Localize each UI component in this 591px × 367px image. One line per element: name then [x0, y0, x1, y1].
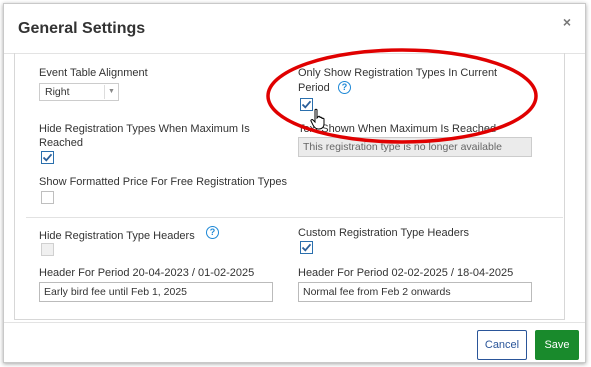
event-table-alignment-value: Right — [45, 86, 70, 98]
header-period-2-label: Header For Period 02-02-2025 / 18-04-202… — [298, 267, 514, 279]
header-period-1-label: Header For Period 20-04-2023 / 01-02-202… — [39, 267, 255, 279]
show-formatted-price-label: Show Formatted Price For Free Registrati… — [39, 176, 288, 188]
hide-headers-checkbox[interactable] — [41, 243, 54, 256]
hide-when-max-label-line2: Reached — [39, 137, 84, 149]
section-divider — [26, 217, 563, 218]
header-period-2-input[interactable]: Normal fee from Feb 2 onwards — [298, 282, 532, 302]
text-shown-when-max-input[interactable]: This registration type is no longer avai… — [298, 137, 532, 157]
save-button[interactable]: Save — [535, 330, 579, 360]
only-show-current-label: Only Show Registration Types In Current — [298, 67, 498, 79]
check-icon — [42, 153, 53, 162]
hide-headers-label: Hide Registration Type Headers — [39, 230, 195, 242]
dialog-header: General Settings × — [4, 4, 585, 54]
help-icon[interactable]: ? — [338, 81, 351, 94]
custom-headers-label: Custom Registration Type Headers — [298, 227, 469, 239]
dialog-footer: Cancel Save — [4, 322, 585, 362]
general-settings-dialog: General Settings × Event Table Alignment… — [3, 3, 586, 363]
close-icon[interactable]: × — [563, 14, 571, 30]
event-table-alignment-select[interactable]: Right ▼ — [39, 83, 119, 101]
show-formatted-price-checkbox[interactable] — [41, 191, 54, 204]
cancel-button[interactable]: Cancel — [477, 330, 527, 360]
custom-headers-checkbox[interactable] — [300, 241, 313, 254]
only-show-current-label-line2: Period — [298, 82, 330, 94]
check-icon — [301, 243, 312, 252]
hand-cursor-icon — [310, 108, 325, 130]
dropdown-arrow-icon: ▼ — [104, 85, 118, 99]
event-table-alignment-label: Event Table Alignment — [39, 67, 148, 79]
dialog-title: General Settings — [18, 20, 146, 37]
hide-when-max-label: Hide Registration Types When Maximum Is — [39, 123, 250, 135]
help-icon[interactable]: ? — [206, 226, 219, 239]
header-period-1-input[interactable]: Early bird fee until Feb 1, 2025 — [39, 282, 273, 302]
hide-when-max-checkbox[interactable] — [41, 151, 54, 164]
